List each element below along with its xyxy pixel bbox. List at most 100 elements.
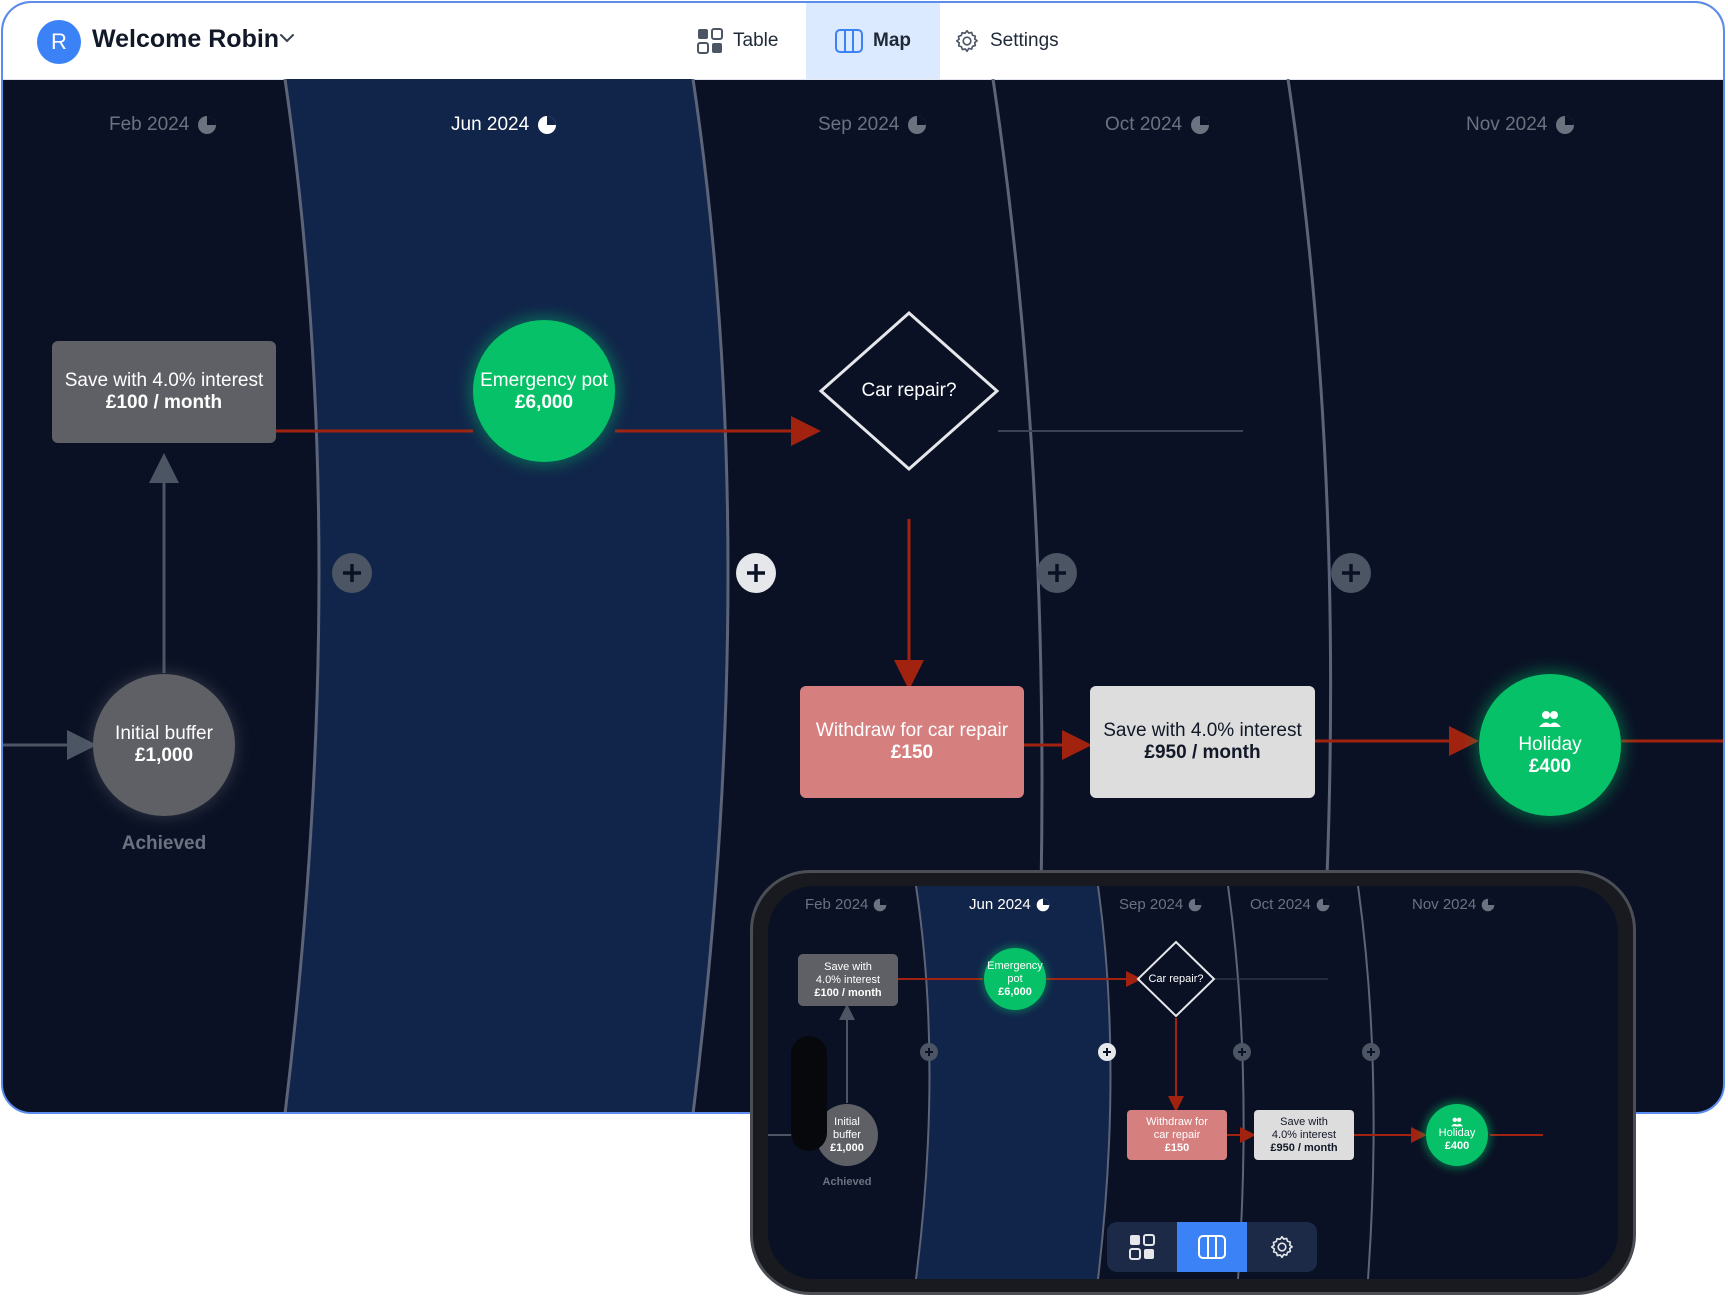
node-amount: £6,000 — [514, 392, 574, 413]
phone-month-label[interactable]: Feb 2024 — [805, 896, 887, 913]
node-amount: £100 / month — [814, 986, 882, 999]
node-title: Withdraw for car repair — [815, 720, 1009, 741]
phone-tab-settings[interactable] — [1247, 1222, 1317, 1272]
initial-label[interactable]: Initial buffer £1,000 — [93, 694, 235, 796]
node-amount: £1,000 — [830, 1141, 864, 1154]
month-text: Jun 2024 — [451, 114, 530, 135]
node-title: Save with 4.0% interest — [1103, 720, 1302, 741]
month-text: Nov 2024 — [1412, 896, 1477, 913]
node-amount: £400 — [1444, 1140, 1470, 1152]
map-icon — [835, 29, 863, 53]
map-icon — [1198, 1235, 1226, 1259]
node-title: Save with — [1280, 1115, 1328, 1128]
month-text: Feb 2024 — [109, 114, 190, 135]
phone-month-label[interactable]: Jun 2024 — [969, 896, 1050, 913]
month-divider — [1227, 886, 1245, 1279]
node-title: Holiday — [1518, 734, 1582, 755]
phone-screen: Feb 2024 Jun 2024 Sep 2024 Oct 2024 Nov … — [768, 886, 1618, 1279]
top-bar: R Welcome Robin Table Map Settings — [3, 3, 1723, 80]
phone-save-950-label[interactable]: Save with 4.0% interest £950 / month — [1254, 1110, 1354, 1160]
phone-car-repair-label[interactable]: Car repair? — [1138, 969, 1214, 989]
withdraw-label[interactable]: Withdraw for car repair £150 — [800, 686, 1024, 798]
phone-month-label[interactable]: Oct 2024 — [1250, 896, 1330, 913]
pie-chart-icon — [1481, 898, 1495, 911]
active-month-band — [916, 886, 1111, 1279]
holiday-label[interactable]: Holiday £400 — [1479, 679, 1621, 809]
node-title: Withdraw for — [1146, 1115, 1208, 1128]
add-step-button — [332, 553, 372, 593]
car-repair-label[interactable]: Car repair? — [821, 369, 997, 413]
month-text: Oct 2024 — [1250, 896, 1311, 913]
add-step-button — [736, 553, 776, 593]
add-step-button — [920, 1043, 938, 1061]
add-step-button — [1233, 1043, 1251, 1061]
phone-month-label[interactable]: Sep 2024 — [1119, 896, 1202, 913]
month-label[interactable]: Sep 2024 — [818, 114, 927, 136]
node-amount: £1,000 — [134, 745, 194, 766]
achieved-status: Achieved — [121, 833, 207, 854]
month-label[interactable]: Feb 2024 — [109, 114, 217, 136]
node-title: Initial buffer — [115, 723, 213, 744]
emergency-label[interactable]: Emergency pot £6,000 — [473, 341, 615, 443]
tab-map[interactable]: Map — [806, 3, 940, 79]
node-title: Emergency pot — [480, 370, 608, 391]
add-step-button — [1362, 1043, 1380, 1061]
month-text: Sep 2024 — [818, 114, 900, 135]
node-amount: £400 — [1528, 756, 1572, 777]
pie-chart-icon — [538, 116, 557, 134]
pie-chart-icon — [908, 116, 927, 134]
pie-chart-icon — [874, 898, 887, 911]
phone-withdraw-label[interactable]: Withdraw for car repair £150 — [1127, 1110, 1227, 1160]
tab-table[interactable]: Table — [697, 3, 807, 79]
chevron-down-icon[interactable] — [279, 32, 295, 44]
node-amount: £150 — [890, 742, 934, 763]
node-amount: £950 / month — [1144, 742, 1261, 763]
node-title: car repair — [1153, 1128, 1201, 1141]
welcome-title[interactable]: Welcome Robin — [92, 25, 279, 54]
node-amount: £6,000 — [998, 985, 1032, 998]
month-text: Jun 2024 — [969, 896, 1031, 913]
tab-settings[interactable]: Settings — [954, 3, 1084, 79]
node-title: pot — [1007, 972, 1023, 985]
pie-chart-icon — [1316, 898, 1330, 911]
pie-chart-icon — [1191, 116, 1210, 134]
phone-map-graph — [768, 886, 1543, 1279]
month-label[interactable]: Jun 2024 — [451, 114, 557, 136]
month-label[interactable]: Oct 2024 — [1105, 114, 1210, 136]
node-title: Emergency — [987, 959, 1043, 972]
avatar[interactable]: R — [37, 20, 81, 64]
save-100-label[interactable]: Save with 4.0% interest £100 / month — [52, 341, 276, 443]
month-label[interactable]: Nov 2024 — [1466, 114, 1575, 136]
save-950-label[interactable]: Save with 4.0% interest £950 / month — [1090, 686, 1315, 798]
phone-save-100-label[interactable]: Save with 4.0% interest £100 / month — [798, 954, 898, 1006]
node-amount: £150 — [1164, 1141, 1190, 1154]
phone-tab-map[interactable] — [1177, 1222, 1247, 1272]
grid-icon — [697, 28, 723, 54]
gear-icon — [1270, 1235, 1293, 1259]
tab-table-label: Table — [733, 30, 779, 51]
phone-month-label[interactable]: Nov 2024 — [1412, 896, 1495, 913]
pie-chart-icon — [1188, 898, 1202, 911]
phone-mockup: Feb 2024 Jun 2024 Sep 2024 Oct 2024 Nov … — [750, 870, 1636, 1295]
node-title: Holiday — [1438, 1127, 1476, 1139]
add-step-button — [1037, 553, 1077, 593]
add-step-button — [1331, 553, 1371, 593]
phone-emergency-label[interactable]: Emergency pot £6,000 — [984, 948, 1046, 1010]
month-text: Nov 2024 — [1466, 114, 1548, 135]
gear-icon — [955, 29, 978, 53]
grid-icon — [1129, 1234, 1155, 1260]
pie-chart-icon — [198, 116, 217, 134]
add-step-button — [1098, 1043, 1116, 1061]
month-text: Oct 2024 — [1105, 114, 1183, 135]
pie-chart-icon — [1556, 116, 1575, 134]
month-text: Feb 2024 — [805, 896, 869, 913]
phone-holiday-label[interactable]: Holiday £400 — [1426, 1104, 1488, 1166]
node-title: 4.0% interest — [815, 973, 881, 986]
node-title: buffer — [833, 1128, 861, 1141]
avatar-initial: R — [51, 29, 67, 54]
phone-tab-table[interactable] — [1107, 1222, 1177, 1272]
node-amount: £100 / month — [105, 392, 223, 413]
node-title: Save with 4.0% interest — [64, 370, 264, 391]
node-title: Initial — [834, 1115, 860, 1128]
node-title: Save with — [824, 960, 872, 973]
